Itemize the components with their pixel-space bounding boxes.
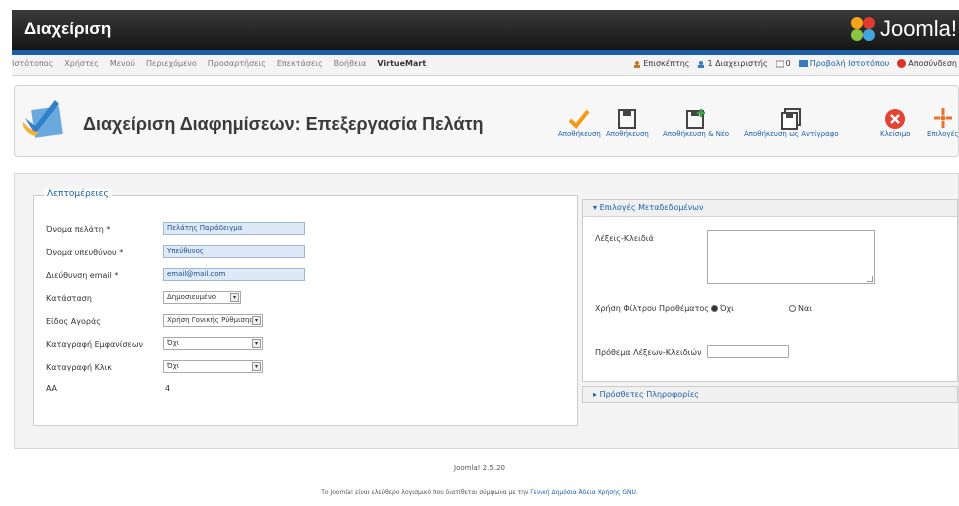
extra-info-title: Πρόσθετες Πληροφορίες (599, 390, 699, 399)
version-footer: Joomla! 2.5.20 (454, 464, 505, 472)
joomla-logo-text: Joomla! (879, 16, 957, 41)
save-icon (618, 109, 637, 129)
purchase-type-select[interactable]: Χρήση Γονικής Ρύθμισης ▾ (163, 314, 263, 327)
prefix-mode-no-label: Όχι (720, 304, 734, 313)
id-value: 4 (165, 384, 171, 393)
close-icon (885, 109, 906, 129)
options-label: Επιλογές (927, 130, 959, 138)
id-label: ΑΑ (46, 384, 57, 393)
status-visitors: Επισκέπτης (643, 59, 690, 68)
prefix-input[interactable] (707, 345, 789, 358)
menu-item-help[interactable]: Βοήθεια (334, 59, 367, 68)
save-new-label: Αποθήκευση & Νέο (663, 130, 730, 138)
status-messages[interactable]: 0 (786, 59, 791, 68)
prefix-mode-yes-option[interactable]: Ναι (789, 304, 812, 313)
client-name-label: Όνομα πελάτη * (46, 225, 111, 234)
logout-icon (897, 59, 907, 68)
menu-item-components[interactable]: Προσαρτήσεις (208, 59, 266, 68)
prefix-mode-no-option[interactable]: Όχι (711, 304, 734, 313)
prefix-mode-yes-label: Ναι (798, 304, 812, 313)
keywords-textarea[interactable] (707, 230, 875, 284)
purchase-type-label: Είδος Αγοράς (46, 317, 101, 326)
page-title: Διαχείριση Διαφημίσεων: Επεξεργασία Πελά… (83, 114, 484, 134)
details-fieldset: Λεπτομέρειες Όνομα πελάτη * Πελάτης Παρά… (33, 189, 578, 426)
save-copy-icon (781, 108, 802, 130)
menu-item-extensions[interactable]: Επεκτάσεις (277, 59, 323, 68)
contact-name-label: Όνομα υπευθύνου * (46, 248, 124, 257)
email-input[interactable]: email@mail.com (163, 268, 305, 281)
email-label: Διεύθυνση email * (46, 271, 119, 280)
contact-name-input[interactable]: Υπεύθυνος (163, 245, 305, 258)
save-copy-label: Αποθήκευση ως Αντίγραφο (744, 130, 839, 138)
track-impressions-select[interactable]: Όχι ▾ (163, 337, 263, 350)
chevron-down-icon: ▾ (252, 362, 261, 371)
menu-item-menus[interactable]: Μενού (110, 59, 135, 68)
menu-item-users[interactable]: Χρήστες (64, 59, 99, 68)
options-icon (933, 108, 952, 128)
metadata-panel: ▾ Επιλογές Μεταδεδομένων Λέξεις-Κλειδιά … (582, 199, 958, 382)
metadata-panel-header[interactable]: ▾ Επιλογές Μεταδεδομένων (583, 200, 957, 217)
license-footer: Το Joomla! είναι ελεύθερο λογισμικό που … (0, 489, 959, 496)
license-link[interactable]: Γενική Δημόσια Άδεια Χρήσης GNU. (530, 489, 637, 496)
banner-client-icon (23, 100, 63, 138)
apply-label: Αποθήκευση (558, 130, 601, 138)
page-toolbar: Διαχείριση Διαφημίσεων: Επεξεργασία Πελά… (14, 85, 959, 157)
menu-item-site[interactable]: Ιστότοπος (12, 59, 53, 68)
save-label: Αποθήκευση (606, 130, 649, 138)
chevron-down-icon: ▾ (230, 293, 239, 302)
save-button[interactable]: Αποθήκευση (606, 96, 649, 138)
admin-menubar: Ιστότοπος Χρήστες Μενού Περιεχόμενο Προσ… (12, 55, 959, 76)
license-text: Το Joomla! είναι ελεύθερο λογισμικό που … (321, 489, 531, 496)
options-button[interactable]: Επιλογές (927, 96, 958, 138)
checkmark-icon (569, 109, 590, 129)
admin-icon (698, 60, 705, 68)
view-site-icon (798, 59, 808, 67)
radio-unselected-icon (789, 305, 796, 312)
admin-header: Διαχείριση Joomla! (12, 10, 959, 50)
messages-icon (775, 60, 784, 67)
track-clicks-label: Καταγραφή Κλικ (46, 363, 112, 372)
chevron-down-icon: ▾ (252, 339, 261, 348)
main-menu: Ιστότοπος Χρήστες Μενού Περιεχόμενο Προσ… (12, 59, 437, 68)
menu-item-content[interactable]: Περιεχόμενο (146, 59, 197, 68)
status-admins: 1 Διαχειριστής (707, 59, 768, 68)
logout-link[interactable]: Αποσύνδεση (908, 59, 957, 68)
track-clicks-select[interactable]: Όχι ▾ (163, 360, 263, 373)
status-bar: Επισκέπτης 1 Διαχειριστής 0 Προβολή Ιστο… (633, 59, 957, 68)
view-site-link[interactable]: Προβολή Ιστοτόπου (810, 59, 890, 68)
triangle-down-icon: ▾ (593, 203, 598, 212)
prefix-mode-label: Χρήση Φίλτρου Προθέματος (595, 304, 709, 313)
close-label: Κλείσιμο (880, 130, 911, 138)
prefix-label: Πρόθεμα Λέξεων-Κλειδιών (595, 348, 702, 357)
extra-info-panel-header[interactable]: ▸ Πρόσθετες Πληροφορίες (582, 386, 958, 403)
save-copy-button[interactable]: Αποθήκευση ως Αντίγραφο (744, 96, 839, 138)
save-new-button[interactable]: Αποθήκευση & Νέο (663, 96, 729, 138)
track-clicks-value: Όχι (167, 362, 180, 370)
edit-form: Λεπτομέρειες Όνομα πελάτη * Πελάτης Παρά… (14, 173, 959, 449)
menu-item-virtuemart[interactable]: VirtueMart (377, 59, 426, 68)
visitor-icon (634, 60, 641, 68)
radio-selected-icon (711, 305, 718, 312)
admin-title: Διαχείριση (24, 19, 112, 38)
triangle-right-icon: ▸ (593, 390, 598, 399)
purchase-type-value: Χρήση Γονικής Ρύθμισης (167, 316, 254, 324)
details-legend: Λεπτομέρειες (44, 189, 112, 199)
client-name-input[interactable]: Πελάτης Παράδειγμα (163, 222, 305, 235)
joomla-logo[interactable]: Joomla! (850, 16, 957, 42)
status-label: Κατάσταση (46, 294, 92, 303)
metadata-panel-title: Επιλογές Μεταδεδομένων (599, 203, 704, 212)
status-select[interactable]: Δημοσιευμένο ▾ (163, 291, 241, 304)
chevron-down-icon: ▾ (252, 316, 261, 325)
keywords-label: Λέξεις-Κλειδιά (595, 234, 654, 243)
close-button[interactable]: Κλείσιμο (880, 96, 910, 138)
track-impressions-label: Καταγραφή Εμφανίσεων (46, 340, 144, 349)
save-new-icon (686, 109, 706, 129)
status-select-value: Δημοσιευμένο (167, 293, 217, 301)
track-impressions-value: Όχι (167, 339, 180, 347)
joomla-logo-icon (850, 17, 875, 41)
apply-button[interactable]: Αποθήκευση (558, 96, 601, 138)
